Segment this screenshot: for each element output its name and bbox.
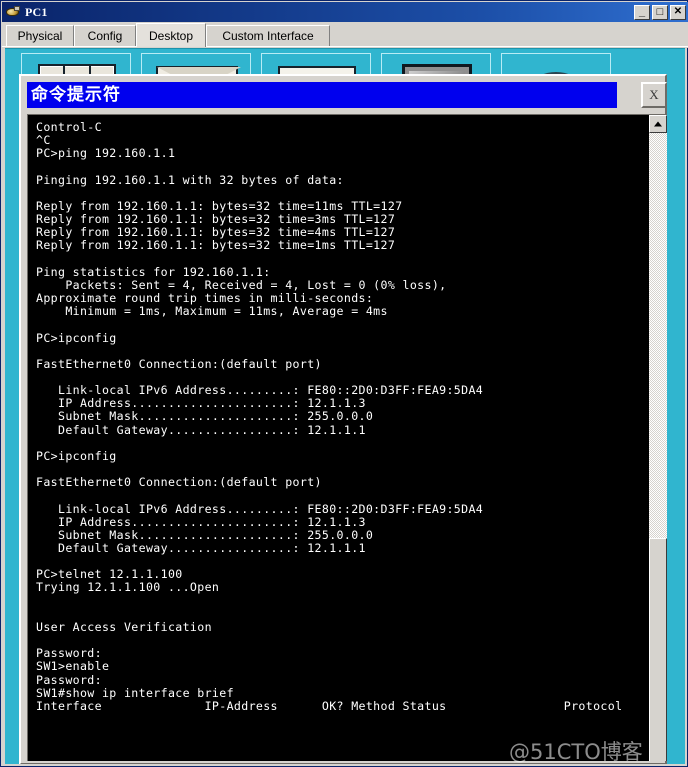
- tab-physical[interactable]: Physical: [6, 25, 74, 46]
- minimize-button[interactable]: _: [634, 4, 650, 20]
- device-icon: [5, 4, 21, 20]
- tab-desktop[interactable]: Desktop: [136, 23, 206, 47]
- command-prompt-dialog: 命令提示符 X Control-C ^C PC>ping 192.160.1.1…: [19, 74, 667, 764]
- command-prompt-titlebar: 命令提示符: [27, 82, 617, 108]
- tab-underline: [2, 46, 688, 47]
- terminal-output[interactable]: Control-C ^C PC>ping 192.160.1.1 Pinging…: [28, 115, 634, 761]
- close-button[interactable]: ✕: [670, 4, 686, 20]
- maximize-icon: □: [656, 5, 664, 18]
- tab-config[interactable]: Config: [74, 25, 136, 46]
- command-prompt-close-button[interactable]: X: [641, 82, 667, 108]
- maximize-button[interactable]: □: [652, 4, 668, 20]
- window-titlebar: PC1 _ □ ✕: [2, 2, 688, 22]
- close-icon: ✕: [673, 6, 683, 17]
- window-title: PC1: [25, 4, 48, 19]
- terminal-scrollbar[interactable]: [649, 115, 667, 761]
- tab-strip: Physical Config Desktop Custom Interface: [2, 22, 688, 48]
- terminal-area: Control-C ^C PC>ping 192.160.1.1 Pinging…: [27, 114, 667, 761]
- minimize-icon: _: [638, 5, 646, 18]
- scroll-up-arrow-button[interactable]: [649, 115, 667, 133]
- desktop-surface: 命令提示符 X Control-C ^C PC>ping 192.160.1.1…: [5, 48, 685, 764]
- pc1-window: PC1 _ □ ✕ Physical Config Desktop Custom…: [0, 0, 688, 767]
- scrollbar-thumb[interactable]: [649, 538, 667, 761]
- command-prompt-title: 命令提示符: [31, 84, 121, 105]
- tab-custom-interface[interactable]: Custom Interface: [206, 25, 330, 46]
- close-icon: X: [649, 87, 659, 102]
- triangle-up-icon: [654, 121, 662, 127]
